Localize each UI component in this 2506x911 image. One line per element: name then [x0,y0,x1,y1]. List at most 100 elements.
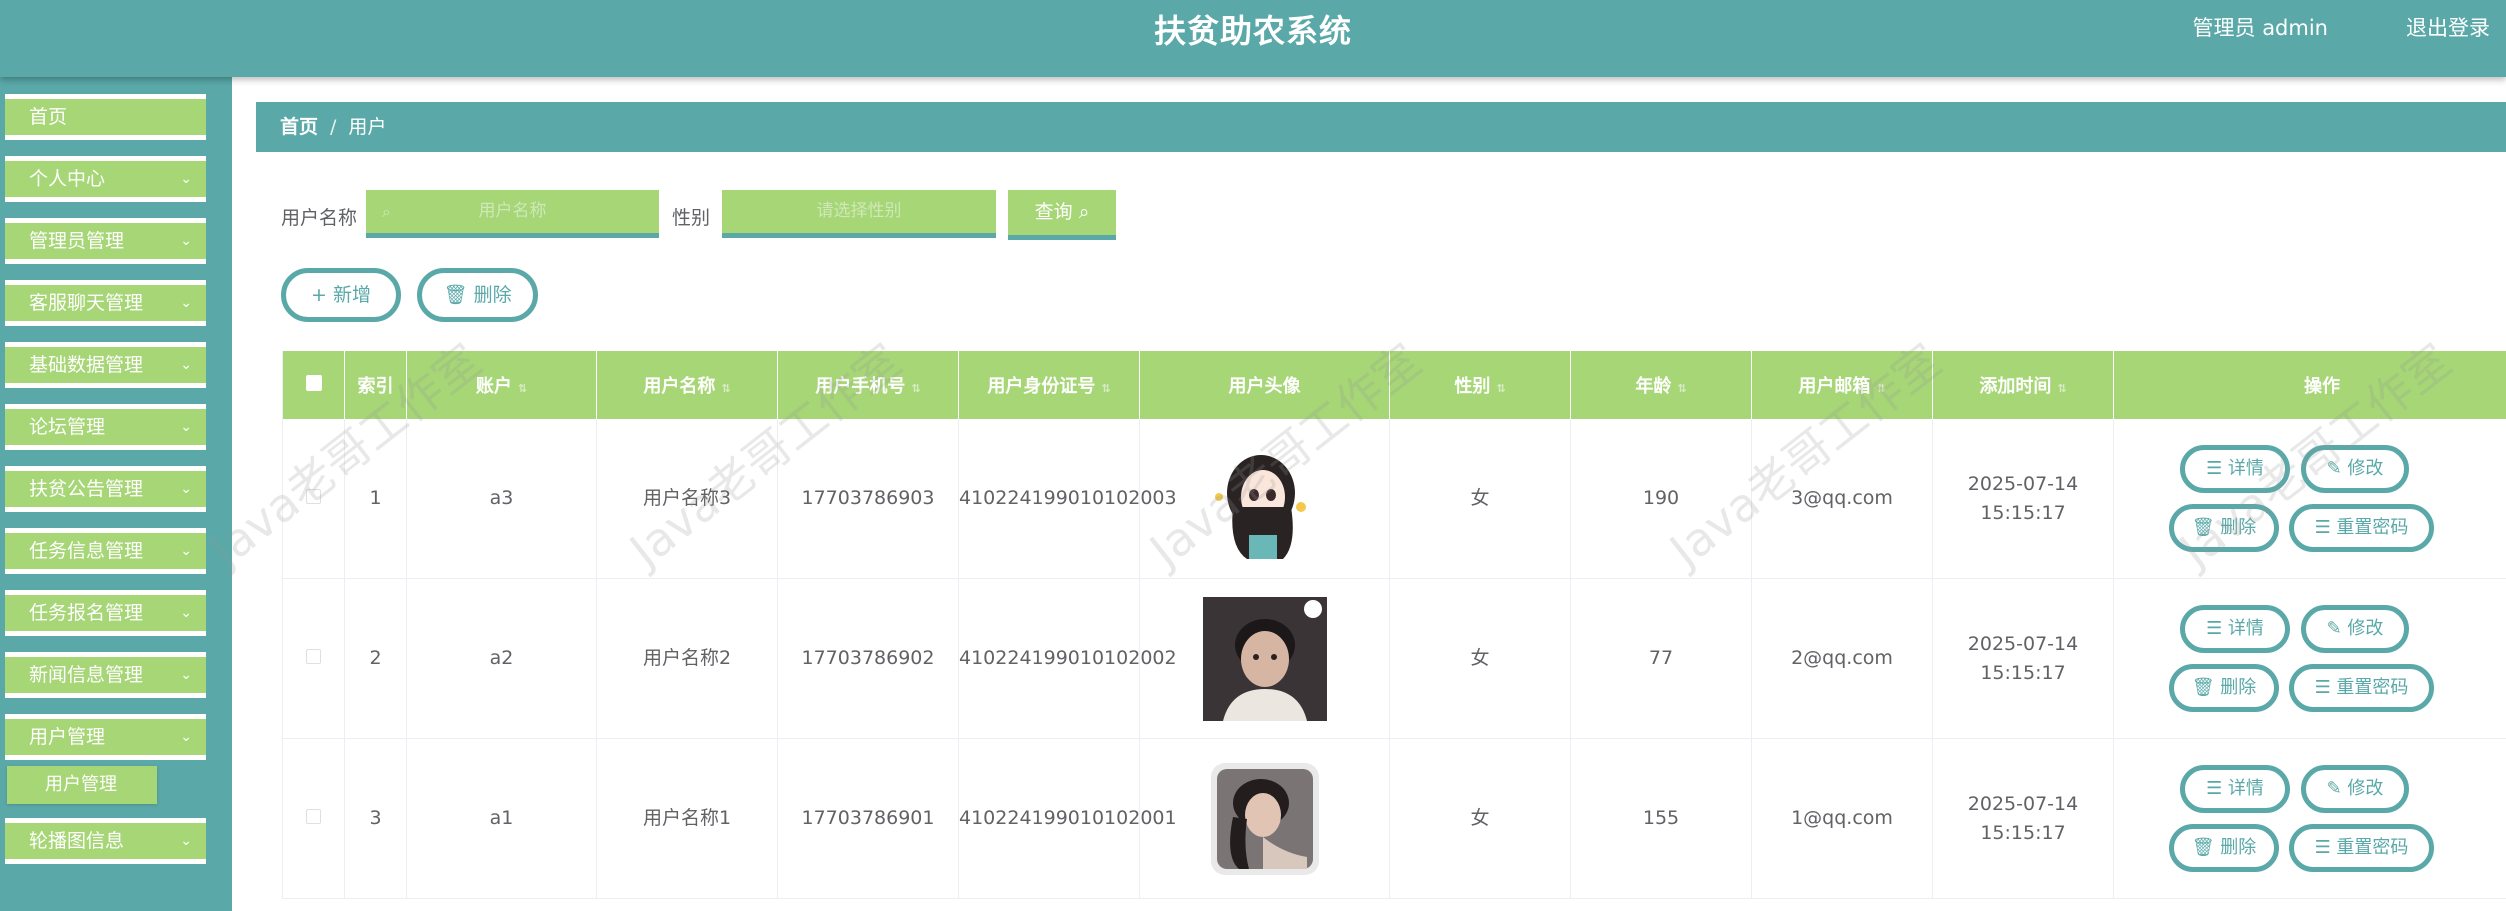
column-header: 操作 [2113,351,2506,419]
row-delete-button[interactable]: 🗑 删除 [2169,664,2279,712]
reset-password-button[interactable]: ☰ 重置密码 [2289,504,2434,552]
sort-icon[interactable]: ⇅ [2057,382,2066,395]
column-header[interactable]: 用户手机号 ⇅ [777,351,959,419]
sidebar-item-home[interactable]: 首页 [5,94,206,140]
sidebar-item-label: 轮播图信息 [29,830,125,852]
cell-name: 用户名称3 [596,419,778,579]
gender-select[interactable]: 请选择性别 [722,190,996,238]
detail-button[interactable]: ☰ 详情 [2180,445,2290,493]
add-button[interactable]: + 新增 [281,268,401,322]
app-title: 扶贫助农系统 [1153,12,1352,50]
cell-gender: 女 [1389,738,1571,899]
cell-index: 1 [344,419,407,579]
detail-button[interactable]: ☰ 详情 [2180,605,2290,653]
edit-button[interactable]: ✎ 修改 [2301,605,2409,653]
table-row: 1 a3 用户名称3 17703786903 41022419901010200… [282,419,2506,579]
sidebar-item-task[interactable]: 任务信息管理 ⌄ [5,528,206,574]
row-checkbox[interactable] [306,649,321,664]
sort-icon[interactable]: ⇅ [1677,382,1686,395]
reset-password-button[interactable]: ☰ 重置密码 [2289,664,2434,712]
sort-icon[interactable]: ⇅ [1876,382,1885,395]
search-button[interactable]: 查询 ⌕ [1008,190,1116,240]
cell-phone: 17703786901 [777,738,959,899]
chevron-down-icon: ⌄ [180,833,192,849]
column-header: 索引 [344,351,407,419]
reset-password-button[interactable]: ☰ 重置密码 [2289,824,2434,872]
name-search-input[interactable]: ⌕ 用户名称 [366,190,659,238]
chevron-down-icon: ⌄ [180,667,192,683]
row-actions: ☰ 详情 ✎ 修改 🗑 删除 ☰ 重置密码 [2114,739,2506,898]
cell-phone: 17703786903 [777,419,959,579]
sort-icon[interactable]: ⇅ [911,382,920,395]
cell-id-card: 410224199010102002 [958,578,1177,739]
sidebar-item-forum[interactable]: 论坛管理 ⌄ [5,404,206,450]
batch-delete-button[interactable]: 🗑 删除 [417,268,538,322]
sidebar-item-label: 首页 [29,106,68,128]
sidebar-item-notice[interactable]: 扶贫公告管理 ⌄ [5,466,206,512]
sidebar-item-admin[interactable]: 管理员管理 ⌄ [5,218,206,264]
chevron-down-icon: ⌄ [180,171,192,187]
column-header[interactable]: 性别 ⇅ [1389,351,1571,419]
column-header[interactable]: 用户身份证号 ⇅ [958,351,1140,419]
sidebar-item-label: 客服聊天管理 [29,292,144,314]
select-all-checkbox[interactable] [305,374,322,391]
cell-gender: 女 [1389,419,1571,579]
cell-account: a1 [406,738,597,899]
row-delete-button[interactable]: 🗑 删除 [2169,824,2279,872]
table-row: 2 a2 用户名称2 17703786902 41022419901010200… [282,578,2506,739]
name-label: 用户名称 [281,207,358,229]
breadcrumb: 首页 / 用户 [256,102,2506,152]
sidebar-item-label: 新闻信息管理 [29,664,144,686]
breadcrumb-separator: / [330,116,337,138]
sidebar-item-task-signup[interactable]: 任务报名管理 ⌄ [5,590,206,636]
sort-icon[interactable]: ⇅ [721,382,730,395]
column-header[interactable]: 账户 ⇅ [406,351,597,419]
sidebar-item-label: 管理员管理 [29,230,125,252]
sidebar-item-label: 用户管理 [29,726,106,748]
chevron-down-icon: ⌄ [180,543,192,559]
logout-link[interactable]: 退出登录 [2406,12,2490,42]
cell-index: 3 [344,738,407,899]
cell-time: 2025-07-14 15:15:17 [1932,419,2114,579]
name-placeholder: 用户名称 [478,201,547,221]
cell-email: 1@qq.com [1751,738,1933,899]
column-header[interactable]: 用户邮箱 ⇅ [1751,351,1933,419]
row-actions: ☰ 详情 ✎ 修改 🗑 删除 ☰ 重置密码 [2114,419,2506,578]
sort-icon[interactable]: ⇅ [1101,382,1110,395]
column-header[interactable]: 年龄 ⇅ [1570,351,1752,419]
sidebar-item-carousel[interactable]: 轮播图信息 ⌄ [5,818,206,864]
sort-icon[interactable]: ⇅ [1496,382,1505,395]
table-row: 3 a1 用户名称1 17703786901 41022419901010200… [282,738,2506,899]
sidebar: 首页 个人中心 ⌄ 管理员管理 ⌄ 客服聊天管理 ⌄ 基础数据管理 ⌄ 论坛管理 ⌄ 扶贫… [0,77,232,911]
sort-icon[interactable]: ⇅ [518,382,527,395]
select-all-header[interactable] [282,351,345,419]
sidebar-item-profile[interactable]: 个人中心 ⌄ [5,156,206,202]
submenu-item-users[interactable]: 用户管理 [7,766,157,804]
cell-age: 155 [1570,738,1752,899]
cell-email: 3@qq.com [1751,419,1933,579]
sidebar-item-basic-data[interactable]: 基础数据管理 ⌄ [5,342,206,388]
edit-button[interactable]: ✎ 修改 [2301,445,2409,493]
sidebar-item-users[interactable]: 用户管理 ⌄ [5,714,206,760]
edit-button[interactable]: ✎ 修改 [2301,765,2409,813]
row-delete-button[interactable]: 🗑 删除 [2169,504,2279,552]
cell-id-card: 410224199010102001 [958,738,1177,899]
detail-button[interactable]: ☰ 详情 [2180,765,2290,813]
top-header: 扶贫助农系统 管理员 admin 退出登录 [0,0,2506,77]
cell-email: 2@qq.com [1751,578,1933,739]
sidebar-item-news[interactable]: 新闻信息管理 ⌄ [5,652,206,698]
row-checkbox[interactable] [306,489,321,504]
cell-phone: 17703786902 [777,578,959,739]
column-header[interactable]: 用户名称 ⇅ [596,351,778,419]
chevron-down-icon: ⌄ [180,605,192,621]
breadcrumb-home[interactable]: 首页 [280,116,318,138]
column-header: 用户头像 [1139,351,1390,419]
cell-gender: 女 [1389,578,1571,739]
column-header[interactable]: 添加时间 ⇅ [1932,351,2114,419]
sidebar-item-label: 任务信息管理 [29,540,144,562]
sidebar-item-label: 任务报名管理 [29,602,144,624]
cell-name: 用户名称2 [596,578,778,739]
cell-time: 2025-07-14 15:15:17 [1932,738,2114,899]
row-checkbox[interactable] [306,809,321,824]
sidebar-item-chat[interactable]: 客服聊天管理 ⌄ [5,280,206,326]
